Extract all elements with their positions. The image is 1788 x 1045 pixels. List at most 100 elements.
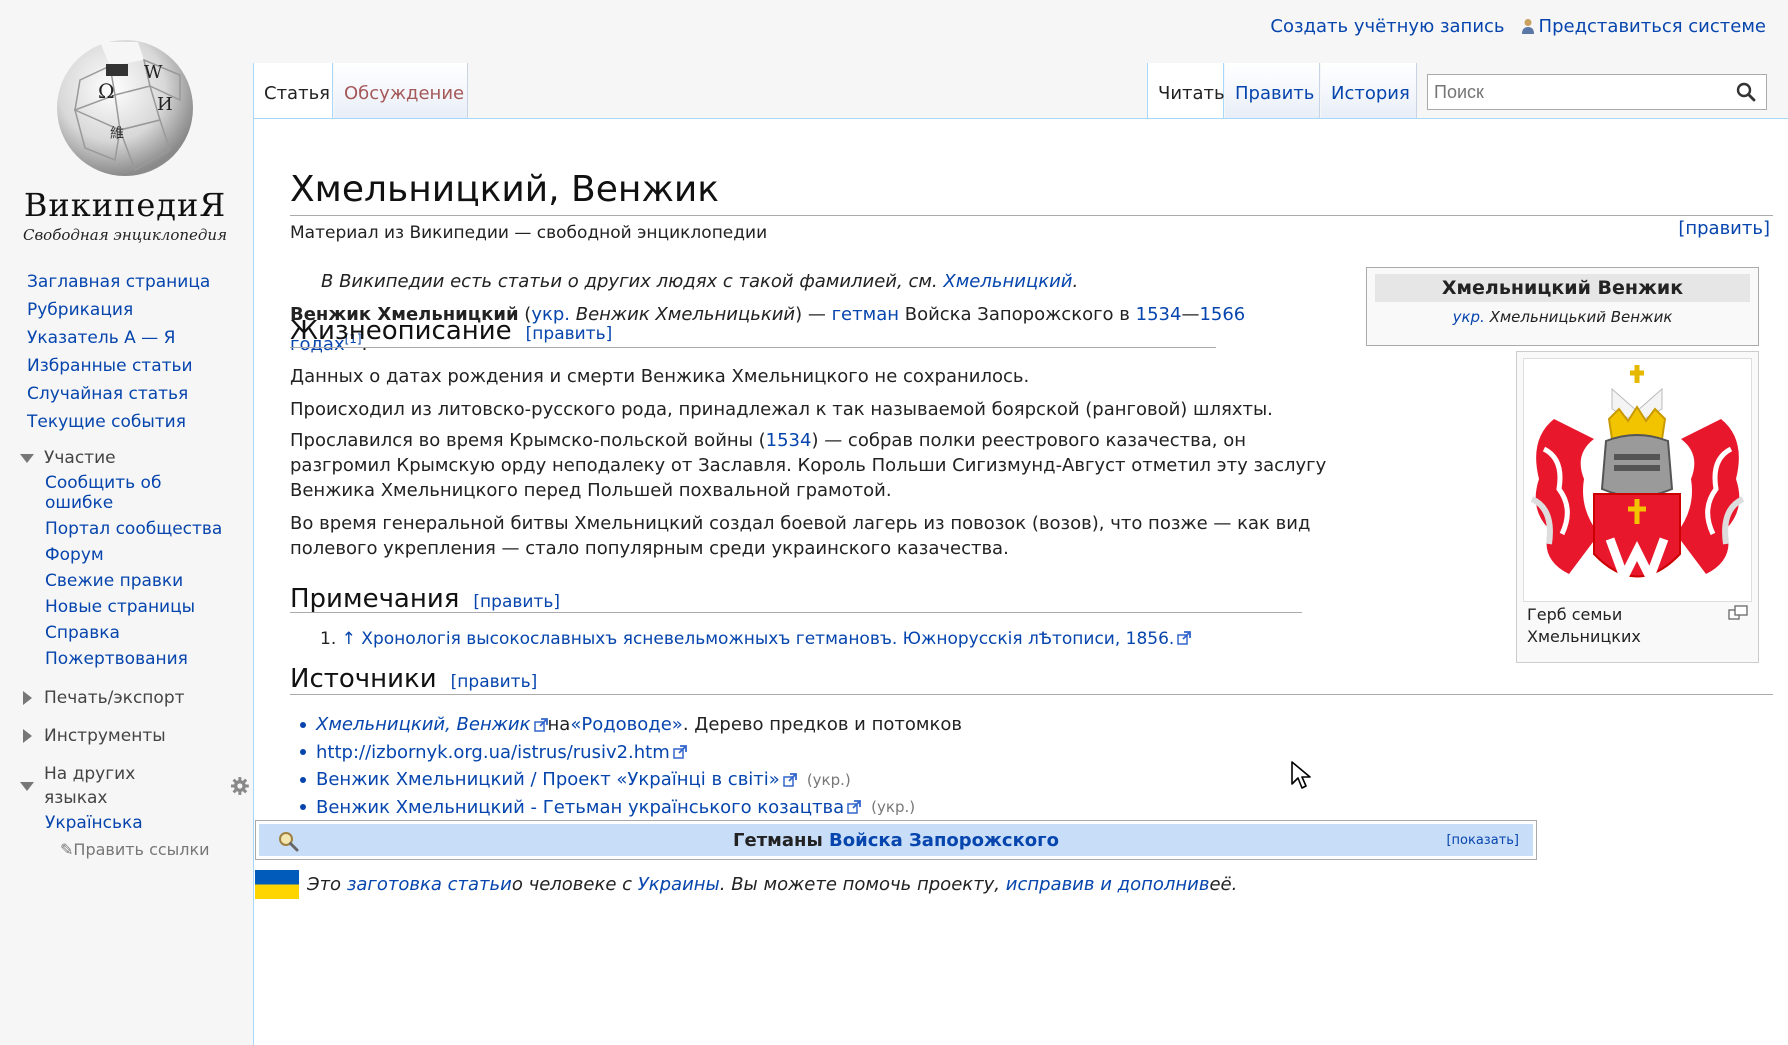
portal-heading-languages[interactable]: На других языках bbox=[0, 762, 250, 810]
external-link-icon bbox=[1177, 631, 1192, 645]
sidebar-item-featured[interactable]: Избранные статьи bbox=[0, 352, 250, 380]
edit-section-sources-link[interactable]: [править] bbox=[451, 672, 538, 692]
section-divider bbox=[290, 347, 1216, 348]
bio-paragraph-3: Прославился во время Крымско-польской во… bbox=[290, 430, 1327, 501]
external-link-icon bbox=[673, 745, 687, 759]
svg-text:W: W bbox=[144, 62, 163, 83]
source-link[interactable]: Венжик Хмельницкий - Гетьман українськог… bbox=[316, 797, 844, 818]
pencil-icon: ✎ bbox=[60, 840, 74, 859]
sidebar-item-index[interactable]: Указатель А — Я bbox=[0, 324, 250, 352]
edit-section-bio-link[interactable]: [править] bbox=[526, 324, 613, 344]
sidebar-item-categories[interactable]: Рубрикация bbox=[0, 296, 250, 324]
external-link-icon bbox=[783, 772, 797, 787]
expanded-triangle-icon bbox=[20, 453, 34, 463]
year-1534-link[interactable]: 1534 bbox=[1136, 304, 1182, 325]
stub-notice: Это заготовка статьи о человеке с Украин… bbox=[255, 867, 1237, 901]
reference-item: 1. ↑ Хронологія высокославныхъ ясневельм… bbox=[320, 629, 1192, 649]
tab-history[interactable]: История bbox=[1321, 63, 1417, 118]
create-account-link[interactable]: Создать учётную запись bbox=[1270, 16, 1504, 37]
logo-tagline: Свободная энциклопедия bbox=[22, 226, 228, 244]
title-divider bbox=[290, 215, 1773, 216]
navbox-title-bar: Гетманы Войска Запорожского [показать] bbox=[259, 824, 1533, 856]
portal-heading-print[interactable]: Печать/экспорт bbox=[0, 686, 250, 710]
infobox: Хмельницкий Венжик укр. Хмельницький Вен… bbox=[1366, 267, 1759, 346]
section-divider bbox=[290, 694, 1773, 695]
sidebar-item-help[interactable]: Справка bbox=[0, 620, 250, 646]
puzzle-globe-icon: Ω W И 維 bbox=[57, 40, 193, 176]
sidebar-item-main-page[interactable]: Заглавная страница bbox=[0, 268, 250, 296]
sidebar-item-lang-ukrainian[interactable]: Українська bbox=[0, 810, 250, 836]
year-1534-war-link[interactable]: 1534 bbox=[766, 430, 812, 451]
svg-text:Ω: Ω bbox=[98, 79, 115, 103]
ukraine-link[interactable]: Украины bbox=[638, 874, 720, 895]
zoom-icon bbox=[279, 832, 299, 852]
navbox: Гетманы Войска Запорожского [показать] bbox=[255, 820, 1537, 860]
sources-list: Хмельницкий, Венжик на «Родоводе». Дерев… bbox=[290, 711, 962, 821]
navbox-show-toggle[interactable]: [показать] bbox=[1446, 833, 1519, 848]
bio-paragraph-1: Данных о датах рождения и смерти Венжика… bbox=[290, 366, 1030, 387]
external-link-icon bbox=[533, 717, 548, 732]
search-input[interactable] bbox=[1428, 76, 1734, 108]
tab-read[interactable]: Читать bbox=[1147, 63, 1225, 118]
reference-link[interactable]: Хронологія высокославныхъ ясневельможных… bbox=[361, 629, 1174, 649]
list-item: Венжик Хмельницкий - Гетьман українськог… bbox=[290, 794, 962, 822]
section-heading-notes: Примечания [править] bbox=[290, 584, 560, 614]
section-heading-sources: Источники [править] bbox=[290, 664, 538, 694]
svg-text:И: И bbox=[157, 94, 173, 115]
sidebar-item-new-pages[interactable]: Новые страницы bbox=[0, 594, 250, 620]
navbox-title-link[interactable]: Войска Запорожского bbox=[829, 830, 1059, 851]
rodovod-link[interactable]: «Родоводе» bbox=[570, 714, 683, 735]
site-subtitle: Материал из Википедии — свободной энцикл… bbox=[290, 223, 768, 243]
edit-infobox-link[interactable]: [править] bbox=[1678, 218, 1770, 239]
image-thumbnail: Герб семьи Хмельницких bbox=[1516, 351, 1759, 663]
sidebar-item-donate[interactable]: Пожертвования bbox=[0, 646, 250, 672]
gear-icon[interactable] bbox=[230, 776, 250, 796]
tab-article[interactable]: Статья bbox=[253, 63, 333, 118]
stub-link[interactable]: заготовка статьи bbox=[347, 874, 512, 895]
sidebar-item-forum[interactable]: Форум bbox=[0, 542, 250, 568]
sidebar-item-report-error[interactable]: Сообщить об ошибке bbox=[0, 470, 205, 516]
user-icon bbox=[1521, 19, 1534, 34]
personal-tools: Создать учётную запись Представиться сис… bbox=[1270, 16, 1766, 37]
expanded-triangle-icon bbox=[20, 781, 34, 791]
backlink-arrow[interactable]: ↑ bbox=[342, 629, 356, 649]
image-caption: Герб семьи Хмельницких bbox=[1527, 605, 1641, 646]
section-divider bbox=[290, 612, 1302, 613]
list-item: http://izbornyk.org.ua/istrus/rusiv2.htm bbox=[290, 739, 962, 767]
page-title: Хмельницкий, Венжик bbox=[290, 169, 720, 210]
main-content: Хмельницкий, Венжик Материал из Википеди… bbox=[253, 118, 1788, 1045]
sidebar-item-current-events[interactable]: Текущие события bbox=[0, 408, 250, 436]
ukraine-flag-icon bbox=[255, 869, 299, 899]
edit-interlanguage-links[interactable]: ✎Править ссылки bbox=[0, 836, 250, 863]
hatnote-link[interactable]: Хмельницкий bbox=[943, 271, 1072, 292]
tab-edit[interactable]: Править bbox=[1225, 63, 1320, 118]
source-link[interactable]: Хмельницкий, Венжик bbox=[316, 714, 531, 735]
source-link[interactable]: Венжик Хмельницкий / Проект «Українці в … bbox=[316, 769, 780, 790]
wikipedia-logo[interactable]: Ω W И 維 ВикипедиЯ Свободная энциклопедия bbox=[10, 20, 240, 244]
tab-talk[interactable]: Обсуждение bbox=[334, 63, 468, 118]
coat-of-arms-image[interactable] bbox=[1523, 358, 1752, 602]
bio-paragraph-2: Происходил из литовско-русского рода, пр… bbox=[290, 399, 1273, 420]
hetman-link[interactable]: гетман bbox=[832, 304, 899, 325]
lang-ukr-link[interactable]: укр. bbox=[1453, 308, 1485, 326]
search-icon[interactable] bbox=[1734, 80, 1758, 104]
svg-text:維: 維 bbox=[110, 126, 124, 142]
portal-heading-tools[interactable]: Инструменты bbox=[0, 724, 250, 748]
collapsed-triangle-icon bbox=[23, 729, 32, 743]
bio-paragraph-4: Во время генеральной битвы Хмельницкий с… bbox=[290, 513, 1311, 559]
magnify-icon[interactable] bbox=[1728, 605, 1748, 621]
sidebar: Заглавная страница Рубрикация Указатель … bbox=[0, 268, 250, 863]
collapsed-triangle-icon bbox=[23, 691, 32, 705]
hatnote: В Википедии есть статьи о других людях с… bbox=[321, 271, 1079, 292]
sidebar-item-random[interactable]: Случайная статья bbox=[0, 380, 250, 408]
portal-heading-participation[interactable]: Участие bbox=[0, 446, 250, 470]
edit-section-notes-link[interactable]: [править] bbox=[473, 592, 560, 612]
edit-article-link[interactable]: исправив и дополнив bbox=[1006, 874, 1210, 895]
language-note: (укр.) bbox=[871, 798, 916, 817]
source-link[interactable]: http://izbornyk.org.ua/istrus/rusiv2.htm bbox=[316, 742, 670, 763]
sidebar-item-recent-changes[interactable]: Свежие правки bbox=[0, 568, 250, 594]
section-heading-bio: Жизнеописание [править] bbox=[290, 316, 613, 346]
login-link[interactable]: Представиться системе bbox=[1521, 16, 1766, 37]
logo-wordmark: ВикипедиЯ bbox=[23, 186, 227, 224]
sidebar-item-community-portal[interactable]: Портал сообщества bbox=[0, 516, 250, 542]
